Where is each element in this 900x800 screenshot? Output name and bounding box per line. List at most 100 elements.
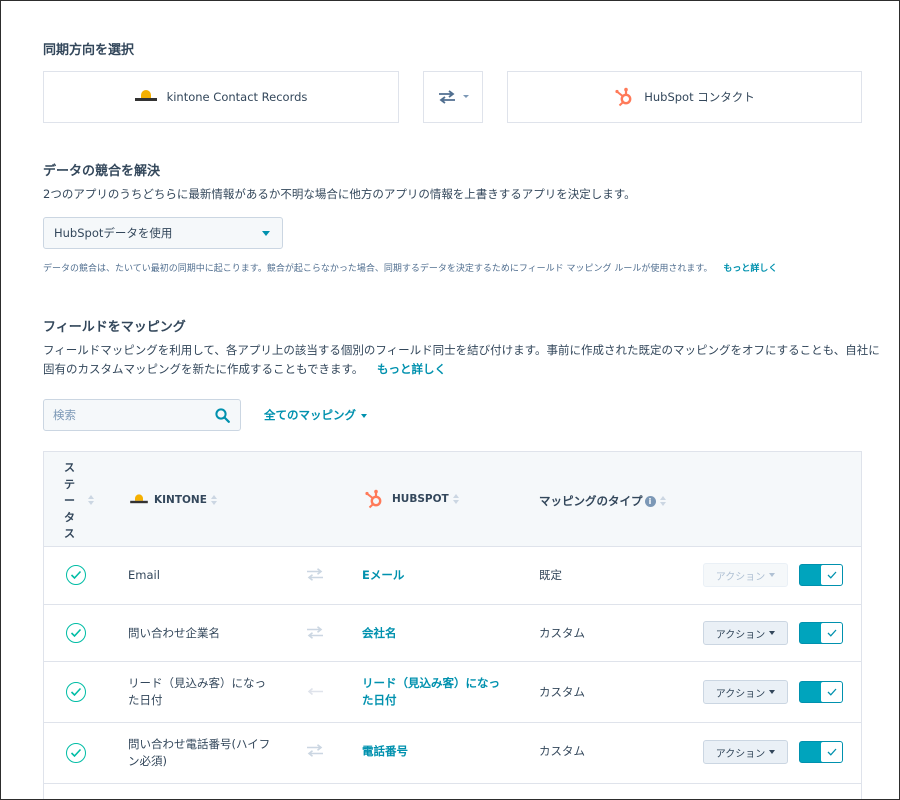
kintone-header-label: KINTONE [154, 494, 207, 506]
right-app-box: HubSpot コンタクト [507, 71, 862, 123]
caret-down-icon [769, 690, 776, 694]
sort-icon [659, 496, 666, 506]
sort-icon [210, 495, 217, 505]
mapping-heading: フィールドをマッピング [43, 320, 186, 335]
right-app-label: HubSpot コンタクト [644, 90, 755, 104]
source-field-line: た日付 [128, 693, 163, 707]
actions-button[interactable]: アクション [703, 740, 788, 764]
target-field-line: 会社名 [362, 626, 397, 640]
caret-down-icon [262, 231, 270, 236]
mapping-type: カスタム [539, 744, 585, 758]
left-app-label: kintone Contact Records [166, 90, 308, 104]
sort-icon [452, 494, 459, 504]
info-icon[interactable]: i [644, 495, 656, 507]
actions-button-label: アクション [715, 688, 766, 700]
mapping-description-line2-text: 固有のカスタムマッピングを新たに作成することもできます。 [43, 362, 364, 376]
hubspot-logo-icon [365, 489, 382, 509]
conflict-description: 2つのアプリのうちどちらに最新情報があるか不明な場合に他方のアプリの情報を上書き… [43, 187, 636, 201]
kintone-logo-icon [134, 90, 157, 104]
sort-icon[interactable] [88, 495, 94, 505]
status-header-char: タ [64, 510, 75, 524]
check-icon [821, 682, 842, 702]
check-circle-icon [66, 623, 86, 643]
source-field: Email [128, 567, 160, 584]
target-field-line: Eメール [362, 568, 405, 582]
table-header: ス テ ー タ ス KINTONE HUBSPOT マッピングのタイプ i [44, 452, 861, 547]
hubspot-logo-icon [615, 87, 632, 107]
two-way-arrows-icon [307, 626, 323, 639]
mapping-table: ス テ ー タ ス KINTONE HUBSPOT マッピングのタイプ i Em… [43, 451, 862, 799]
conflict-resolution-select[interactable]: HubSpotデータを使用 [43, 217, 283, 249]
kintone-logo-icon [130, 494, 148, 505]
mapping-type: カスタム [539, 685, 585, 699]
hubspot-column-header[interactable]: HUBSPOT [364, 489, 459, 509]
source-field: 問い合わせ企業名 [128, 625, 220, 642]
sync-settings-page: 同期方向を選択 kintone Contact Records HubSpot … [0, 0, 900, 800]
mapping-learn-more-link[interactable]: もっと詳しく [377, 362, 446, 376]
search-icon[interactable] [215, 408, 230, 423]
caret-down-icon [462, 95, 469, 98]
status-header-char: ス [64, 527, 75, 540]
source-field-line: リード（見込み客）になっ [128, 676, 266, 690]
status-header-char: テ [64, 477, 75, 491]
search-input[interactable] [44, 400, 204, 430]
actions-button[interactable]: アクション [703, 621, 788, 645]
status-header-char: ス [64, 461, 75, 474]
table-row: Email Eメール 既定 アクション [44, 547, 861, 605]
table-row: 問い合わせ電話番号(ハイフ ン必須) 電話番号 カスタム アクション [44, 723, 861, 784]
status-column-header[interactable]: ス テ ー タ ス [64, 460, 82, 543]
source-field: 問い合わせ電話番号(ハイフ ン必須) [128, 736, 270, 770]
sync-direction-heading: 同期方向を選択 [43, 43, 135, 58]
target-field[interactable]: Eメール [362, 567, 404, 584]
source-field-line: ン必須) [128, 754, 167, 768]
check-icon [821, 742, 842, 762]
mapping-filter-dropdown[interactable]: 全てのマッピング [264, 407, 367, 423]
check-circle-icon [66, 565, 86, 585]
mapping-toggle[interactable] [799, 564, 843, 586]
check-circle-icon [66, 682, 86, 702]
hubspot-header-label: HUBSPOT [392, 493, 449, 505]
mapping-description: フィールドマッピングを利用して、各アプリ上の該当する個別のフィールド同士を結び付… [43, 341, 880, 379]
caret-down-icon [769, 631, 776, 635]
target-field[interactable]: リード（見込み客）になっ た日付 [362, 675, 500, 709]
check-icon [821, 565, 842, 585]
table-row: 問い合わせ企業名 会社名 カスタム アクション [44, 605, 861, 662]
source-field-line: Email [128, 568, 160, 582]
check-icon [821, 623, 842, 643]
search-box [43, 399, 241, 431]
actions-button-label: アクション [715, 629, 766, 641]
mapping-type-column-header[interactable]: マッピングのタイプ i [539, 493, 666, 509]
table-row: リード（見込み客）になっ た日付 リード（見込み客）になっ た日付 カスタム ア… [44, 662, 861, 723]
two-way-arrows-icon [438, 90, 455, 104]
target-field-line: た日付 [362, 693, 397, 707]
actions-button-label: アクション [715, 571, 766, 583]
sync-direction-dropdown[interactable] [423, 71, 483, 123]
mapping-toggle[interactable] [799, 741, 843, 763]
mapping-type-header-label: マッピングのタイプ [539, 494, 643, 508]
source-field-line: 問い合わせ電話番号(ハイフ [128, 737, 271, 751]
left-arrow-icon [307, 687, 323, 696]
mapping-description-line2: 固有のカスタムマッピングを新たに作成することもできます。 もっと詳しく [43, 360, 880, 379]
two-way-arrows-icon [307, 744, 323, 757]
actions-button-label: アクション [715, 748, 766, 760]
target-field[interactable]: 会社名 [362, 625, 397, 642]
conflict-note-text: データの競合は、たいてい最初の同期中に起こります。競合が起こらなかった場合、同期… [43, 264, 713, 274]
left-app-box: kintone Contact Records [43, 71, 399, 123]
caret-down-icon [769, 750, 776, 754]
source-field-line: 問い合わせ企業名 [128, 626, 220, 640]
target-field-line: リード（見込み客）になっ [362, 676, 500, 690]
mapping-type: カスタム [539, 626, 585, 640]
two-way-arrows-icon [307, 568, 323, 581]
actions-button: アクション [703, 563, 788, 587]
target-field[interactable]: 電話番号 [362, 743, 408, 760]
kintone-column-header[interactable]: KINTONE [128, 493, 217, 507]
mapping-toggle[interactable] [799, 681, 843, 703]
actions-button[interactable]: アクション [703, 680, 788, 704]
check-circle-icon [66, 743, 86, 763]
mapping-toggle[interactable] [799, 622, 843, 644]
mapping-description-line1: フィールドマッピングを利用して、各アプリ上の該当する個別のフィールド同士を結び付… [43, 343, 880, 357]
conflict-learn-more-link[interactable]: もっと詳しく [723, 264, 777, 274]
caret-down-icon [769, 573, 776, 577]
caret-down-icon [361, 413, 367, 418]
conflict-note: データの競合は、たいてい最初の同期中に起こります。競合が起こらなかった場合、同期… [43, 262, 777, 276]
